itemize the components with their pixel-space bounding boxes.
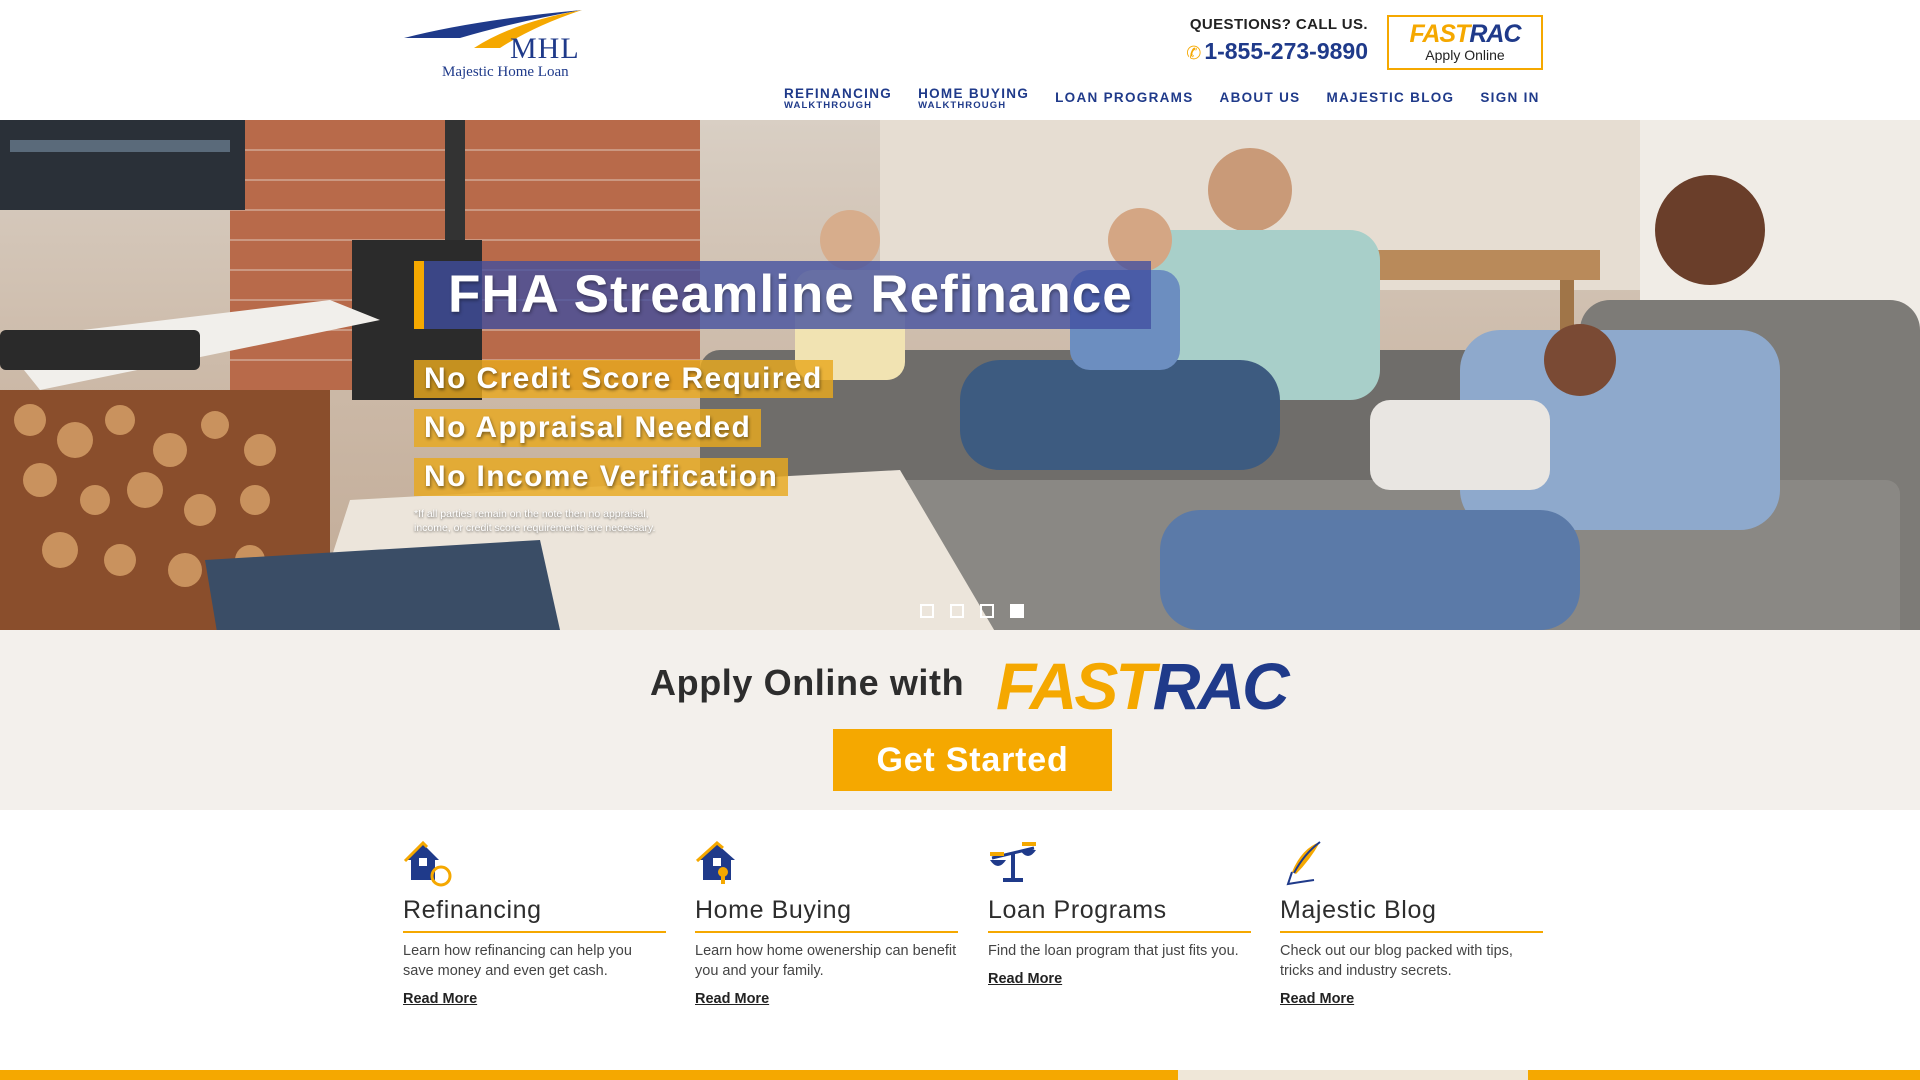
fastrac-large-logo: FASTRAC <box>996 649 1290 723</box>
main-nav: REFINANCING WALKTHROUGH HOME BUYING WALK… <box>784 87 1540 112</box>
feature-description: Check out our blog packed with tips, tri… <box>1280 943 1513 979</box>
feature-title: Majestic Blog <box>1280 896 1543 933</box>
majestic-home-loan-logo[interactable]: MHL Majestic Home Loan <box>404 8 584 80</box>
benefit-no-appraisal: No Appraisal Needed <box>414 409 762 447</box>
footer-accent-strip <box>0 1070 1920 1080</box>
feature-description: Find the loan program that just fits you… <box>988 943 1239 959</box>
house-refinance-icon <box>403 840 452 887</box>
feature-description: Learn how refinancing can help you save … <box>403 943 632 979</box>
logo-initials: MHL <box>510 32 580 65</box>
hero-slider: FHA Streamline Refinance No Credit Score… <box>0 120 1920 810</box>
feature-title: Refinancing <box>403 896 666 933</box>
house-key-icon <box>695 841 735 884</box>
read-more-link[interactable]: Read More <box>988 971 1062 987</box>
slide-dot-2[interactable] <box>950 604 964 618</box>
read-more-link[interactable]: Read More <box>403 991 477 1007</box>
feature-title: Home Buying <box>695 896 958 933</box>
quill-icon <box>1286 841 1321 886</box>
apply-online-band: Apply Online with FASTRAC Get Started <box>0 630 1920 810</box>
footer-photo-edge <box>1178 1070 1528 1080</box>
feature-description: Learn how home owenership can benefit yo… <box>695 943 957 979</box>
fastrac-button-label: Apply Online <box>1425 47 1505 63</box>
slide-dot-4[interactable] <box>1010 604 1024 618</box>
slide-dot-3[interactable] <box>980 604 994 618</box>
logo-name: Majestic Home Loan <box>442 64 569 80</box>
benefit-no-income-verification: No Income Verification <box>414 458 789 496</box>
slide-dot-1[interactable] <box>920 604 934 618</box>
questions-label: QUESTIONS? CALL US. <box>1189 16 1368 33</box>
phone-icon: ✆ <box>1186 43 1202 63</box>
feature-refinancing: Refinancing Learn how refinancing can he… <box>403 838 666 1008</box>
feature-cards: Refinancing Learn how refinancing can he… <box>403 838 1543 1018</box>
fastrac-logo: FASTRAC <box>1409 20 1521 48</box>
fastrac-apply-online-button[interactable]: FASTRAC Apply Online <box>1387 15 1543 70</box>
slider-pagination <box>920 604 1024 618</box>
feature-loan-programs: Loan Programs Find the loan program that… <box>988 838 1251 988</box>
read-more-link[interactable]: Read More <box>695 991 769 1007</box>
phone-number: 1-855-273-9890 <box>1204 38 1368 64</box>
benefit-no-credit-score: No Credit Score Required <box>414 360 833 398</box>
apply-online-heading: Apply Online with <box>650 662 965 703</box>
slide-title: FHA Streamline Refinance <box>414 261 1151 329</box>
nav-majestic-blog[interactable]: MAJESTIC BLOG <box>1326 88 1454 112</box>
scale-icon <box>990 842 1036 882</box>
feature-title: Loan Programs <box>988 896 1251 933</box>
feature-majestic-blog: Majestic Blog Check out our blog packed … <box>1280 838 1543 1008</box>
nav-refinancing-walkthrough[interactable]: REFINANCING WALKTHROUGH <box>784 87 892 112</box>
nav-loan-programs[interactable]: LOAN PROGRAMS <box>1055 88 1193 112</box>
nav-home-buying-walkthrough[interactable]: HOME BUYING WALKTHROUGH <box>918 87 1029 112</box>
site-header: MHL Majestic Home Loan QUESTIONS? CALL U… <box>0 0 1920 120</box>
nav-about-us[interactable]: ABOUT US <box>1220 88 1301 112</box>
get-started-button[interactable]: Get Started <box>833 729 1112 791</box>
feature-home-buying: Home Buying Learn how home owenership ca… <box>695 838 958 1008</box>
phone-link[interactable]: ✆ 1-855-273-9890 <box>1180 38 1368 65</box>
nav-sign-in[interactable]: SIGN IN <box>1480 88 1539 112</box>
read-more-link[interactable]: Read More <box>1280 991 1354 1007</box>
hero-disclaimer: *If all parties remain on the note then … <box>414 508 656 534</box>
